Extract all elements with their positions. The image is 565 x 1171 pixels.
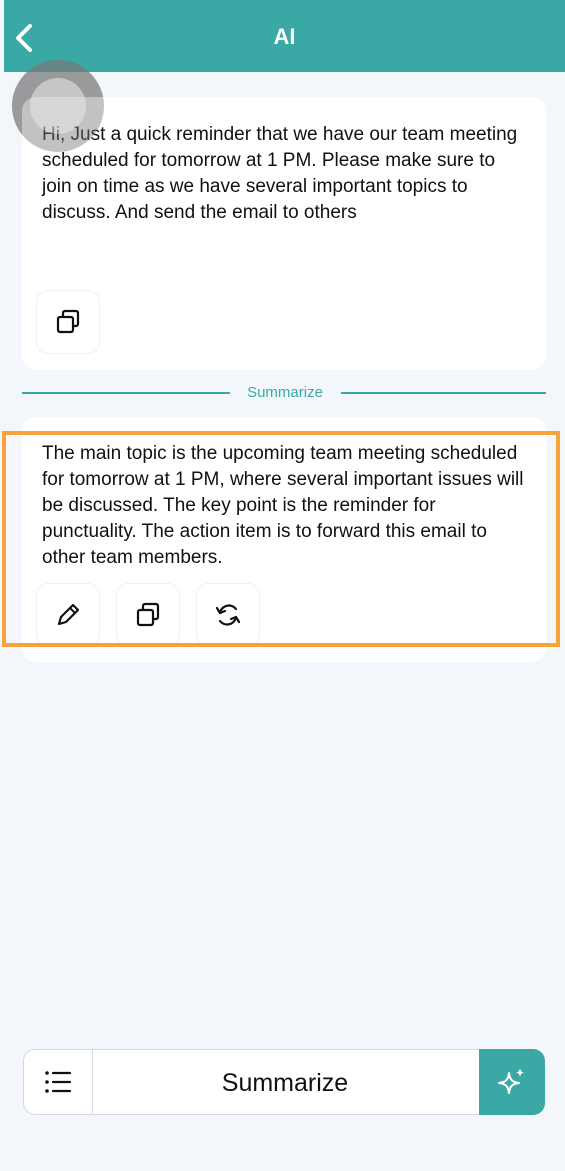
page-title: AI bbox=[273, 24, 296, 49]
summary-card: The main topic is the upcoming team meet… bbox=[22, 417, 546, 662]
copy-summary-button[interactable] bbox=[116, 583, 180, 647]
original-text: Hi, Just a quick reminder that we have o… bbox=[42, 124, 518, 223]
divider-line-right bbox=[341, 392, 546, 394]
original-text-card: Hi, Just a quick reminder that we have o… bbox=[22, 97, 546, 370]
menu-button[interactable] bbox=[24, 1050, 93, 1114]
pencil-icon bbox=[57, 603, 80, 626]
divider-line-left bbox=[22, 392, 230, 394]
copy-original-button[interactable] bbox=[36, 290, 100, 354]
bottom-action-bar: Summarize bbox=[23, 1049, 545, 1115]
sparkle-icon bbox=[498, 1068, 524, 1094]
app-header: AI bbox=[4, 0, 565, 72]
list-icon bbox=[45, 1071, 72, 1093]
touch-indicator-overlay bbox=[12, 60, 104, 152]
mode-selector-label[interactable]: Summarize bbox=[92, 1069, 478, 1098]
copy-icon bbox=[136, 602, 160, 627]
edit-summary-button[interactable] bbox=[36, 583, 100, 647]
copy-icon bbox=[56, 309, 80, 334]
divider-label: Summarize bbox=[247, 384, 323, 401]
regenerate-summary-button[interactable] bbox=[196, 583, 260, 647]
refresh-icon bbox=[215, 604, 241, 626]
summary-text: The main topic is the upcoming team meet… bbox=[42, 443, 524, 568]
generate-button[interactable] bbox=[479, 1049, 545, 1115]
